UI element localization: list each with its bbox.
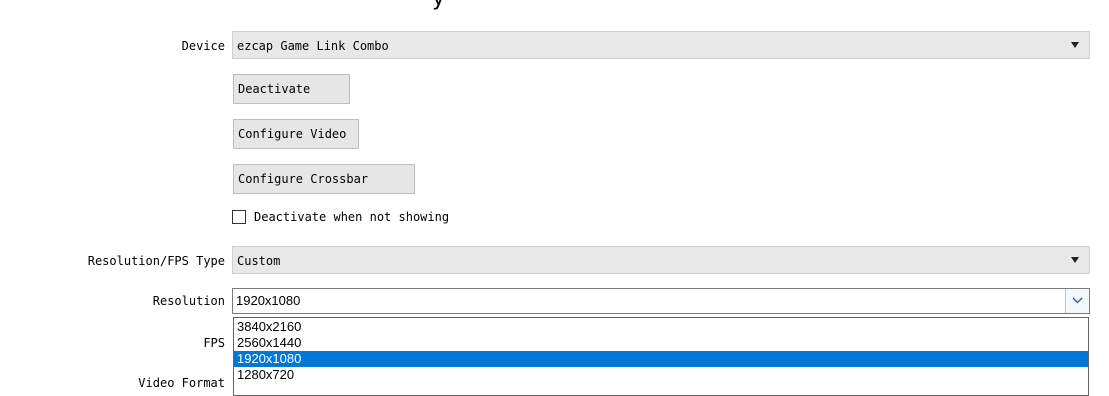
resolution-fps-type-dropdown[interactable]: Custom	[232, 246, 1090, 274]
chevron-down-icon	[1072, 297, 1083, 304]
deactivate-button[interactable]: Deactivate	[233, 74, 350, 104]
triangle-down-icon	[1071, 257, 1079, 263]
device-dropdown[interactable]: ezcap Game Link Combo	[232, 31, 1090, 59]
video-format-label: Video Format	[138, 376, 225, 390]
deactivate-when-not-showing-checkbox[interactable]	[232, 210, 246, 224]
triangle-down-icon	[1071, 42, 1079, 48]
resolution-option-1280x720[interactable]: 1280x720	[234, 367, 1088, 383]
configure-video-button[interactable]: Configure Video	[233, 119, 359, 149]
deactivate-when-not-showing-label: Deactivate when not showing	[254, 210, 450, 224]
configure-crossbar-button[interactable]: Configure Crossbar	[233, 164, 415, 194]
device-dropdown-value: ezcap Game Link Combo	[237, 39, 389, 53]
resolution-option-1920x1080[interactable]: 1920x1080	[234, 351, 1088, 367]
resolution-option-3840x2160[interactable]: 3840x2160	[234, 319, 1088, 335]
fps-label: FPS	[203, 336, 225, 350]
device-label: Device	[181, 39, 225, 53]
resolution-dropdown-value: 1920x1080	[236, 293, 301, 308]
resolution-fps-type-value: Custom	[237, 254, 281, 268]
clipped-top-text: y	[0, 0, 1109, 18]
resolution-options-list: 3840x2160 2560x1440 1920x1080 1280x720	[233, 317, 1089, 396]
resolution-dropdown[interactable]: 1920x1080	[232, 288, 1090, 314]
resolution-fps-type-label: Resolution/FPS Type	[87, 254, 225, 268]
resolution-dropdown-button[interactable]	[1065, 289, 1089, 313]
resolution-option-2560x1440[interactable]: 2560x1440	[234, 335, 1088, 351]
properties-panel: y Device ezcap Game Link Combo Deactivat…	[0, 0, 1109, 396]
resolution-label: Resolution	[152, 294, 225, 308]
clipped-glyph: y	[432, 0, 445, 11]
